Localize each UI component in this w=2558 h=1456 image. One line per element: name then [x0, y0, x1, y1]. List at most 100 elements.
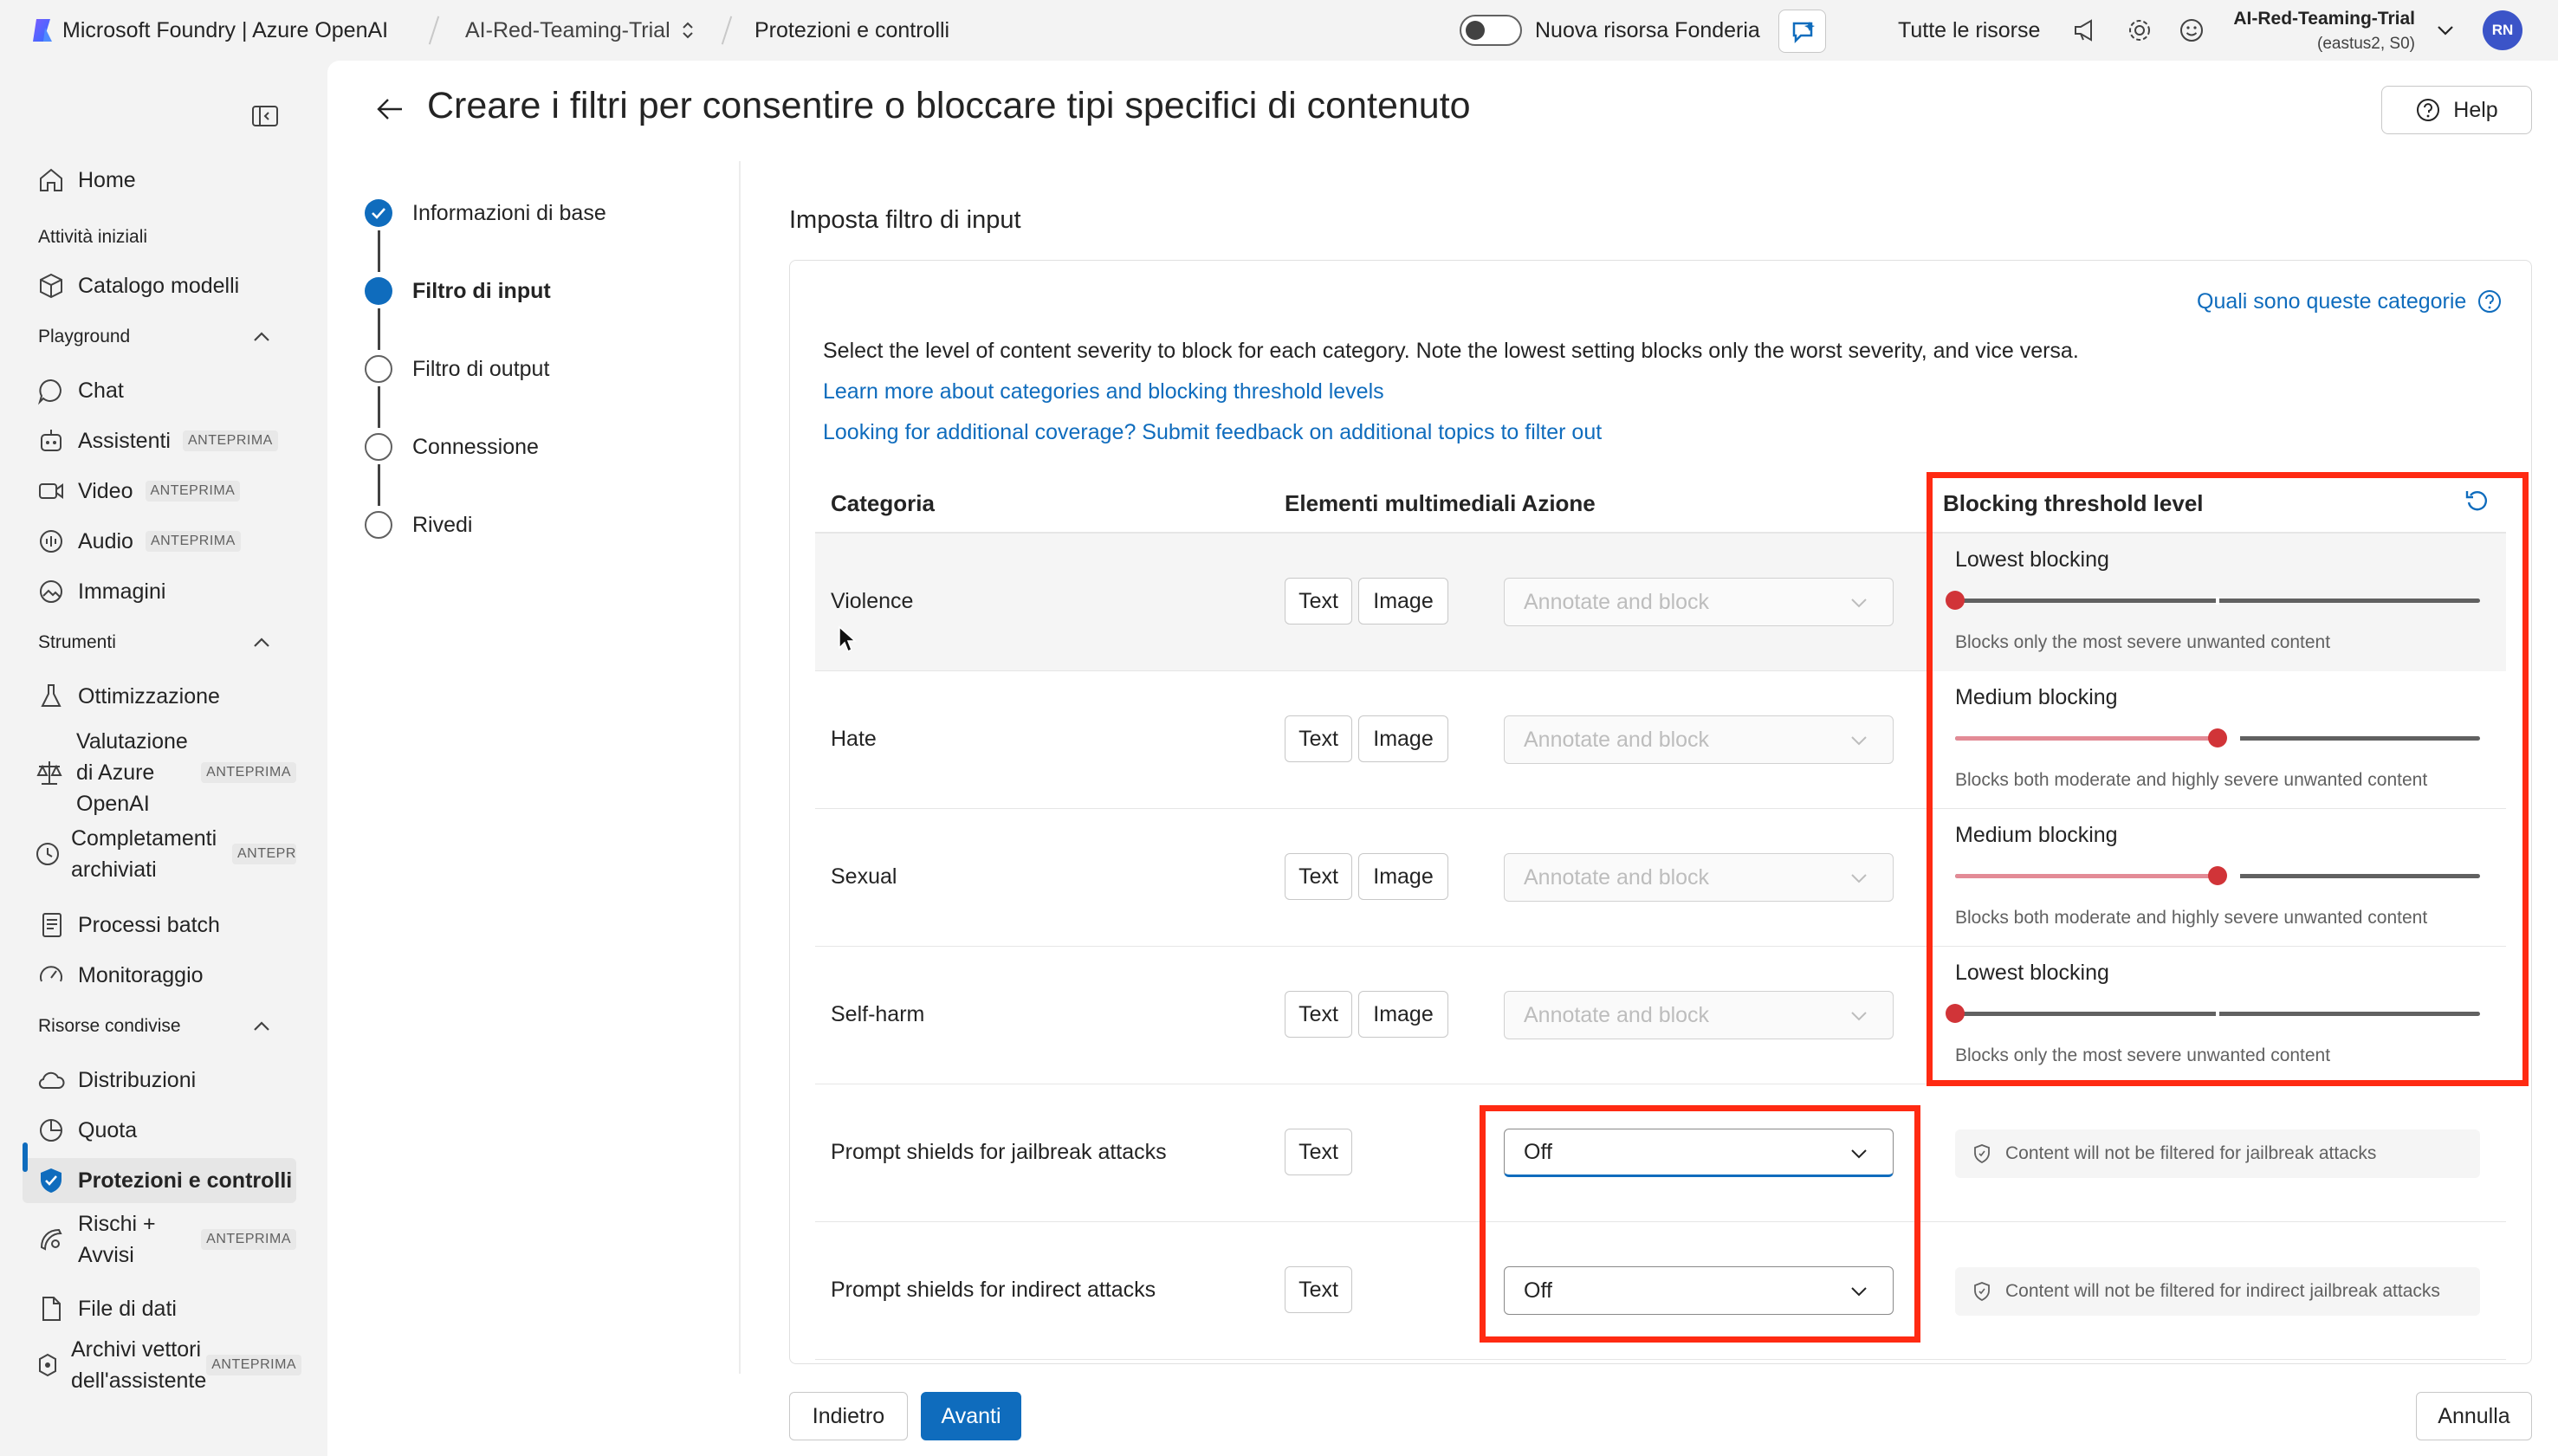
- sidebar-item-label: Ottimizzazione: [78, 683, 220, 709]
- active-indicator: [23, 1142, 28, 1172]
- gauge-icon: [40, 966, 62, 982]
- cancel-button[interactable]: Annulla: [2416, 1392, 2532, 1440]
- image-icon: [40, 580, 62, 603]
- sidebar-item-batch-jobs[interactable]: Processi batch: [23, 903, 296, 948]
- info-text: Content will not be filtered for jailbre…: [2005, 1143, 2377, 1163]
- chevron-down-icon: [1851, 874, 1867, 883]
- media-image-chip: Image: [1358, 715, 1448, 762]
- chevron-down-icon: [1851, 736, 1867, 746]
- step-output-filter[interactable]: Filtro di output: [364, 352, 549, 386]
- category-self-harm: Self-harm: [831, 1002, 925, 1026]
- breadcrumb-project[interactable]: AI-Red-Teaming-Trial: [465, 0, 696, 61]
- new-foundry-resource-toggle[interactable]: [1460, 15, 1522, 46]
- feedback-link[interactable]: Looking for additional coverage? Submit …: [823, 420, 1602, 445]
- chevron-updown-icon: [682, 22, 693, 39]
- feedback-smiley-icon[interactable]: [2179, 17, 2205, 43]
- page-title: Creare i filtri per consentire o bloccar…: [427, 85, 1471, 126]
- sidebar-item-video[interactable]: Video ANTEPRIMA: [23, 469, 296, 514]
- sidebar-item-label: Home: [78, 167, 136, 192]
- sidebar-item-label: Protezioni e controlli: [78, 1168, 293, 1193]
- sidebar-item-label: Quota: [78, 1117, 138, 1142]
- chevron-up-icon[interactable]: [249, 325, 274, 349]
- sidebar-item-deployments[interactable]: Distribuzioni: [23, 1058, 296, 1103]
- next-button[interactable]: Avanti: [921, 1392, 1021, 1440]
- action-dropdown[interactable]: Annotate and block: [1504, 853, 1894, 902]
- dropdown-value: Annotate and block: [1524, 727, 1710, 752]
- settings-gear-icon[interactable]: [2127, 17, 2153, 43]
- sidebar-item-quota[interactable]: Quota: [23, 1108, 296, 1153]
- risk-alert-icon: [40, 1228, 62, 1251]
- sidebar-item-label: Audio: [78, 528, 133, 553]
- highlight-box-shields: [1480, 1105, 1920, 1343]
- sidebar-item-risks-alerts[interactable]: Rischi + Avvisi ANTEPRIMA: [23, 1207, 296, 1272]
- step-input-filter[interactable]: Filtro di input: [364, 274, 551, 308]
- chevron-up-icon[interactable]: [249, 1014, 274, 1039]
- copilot-button[interactable]: [1778, 10, 1826, 53]
- section-title: Imposta filtro di input: [789, 206, 1021, 234]
- sidebar-item-model-catalog[interactable]: Catalogo modelli: [23, 263, 296, 308]
- help-circle-icon: [2417, 99, 2440, 121]
- sidebar-item-stored-completions[interactable]: Completamenti archiviati ANTEPRIM: [23, 821, 296, 887]
- shield-check-icon: [41, 1168, 62, 1193]
- section-getting-started: Attività iniziali: [38, 227, 148, 247]
- media-text-chip: Text: [1285, 578, 1352, 624]
- media-image-chip: Image: [1358, 853, 1448, 900]
- back-arrow-icon[interactable]: [374, 95, 405, 123]
- shield-icon: [1974, 1144, 1990, 1164]
- step-basics[interactable]: Informazioni di base: [364, 196, 606, 230]
- sidebar-item-label: Immagini: [78, 579, 166, 604]
- category-indirect-shield: Prompt shields for indirect attacks: [831, 1278, 1156, 1302]
- step-connection[interactable]: Connessione: [364, 430, 539, 464]
- step-current-icon: [365, 277, 392, 305]
- sidebar-item-guardrails[interactable]: Protezioni e controlli: [23, 1158, 296, 1203]
- avatar[interactable]: RN: [2483, 10, 2522, 50]
- sidebar-item-optimization[interactable]: Ottimizzazione: [23, 674, 296, 719]
- megaphone-icon[interactable]: [2072, 18, 2098, 42]
- action-dropdown[interactable]: Annotate and block: [1504, 715, 1894, 764]
- help-button[interactable]: Help: [2381, 86, 2532, 134]
- sidebar-item-vector-stores[interactable]: Archivi vettori dell'assistente ANTEPRIM…: [23, 1332, 302, 1398]
- sidebar-item-assistants[interactable]: Assistenti ANTEPRIMA: [23, 418, 296, 463]
- vertical-divider: [739, 161, 741, 1374]
- sidebar-item-label: Assistenti: [78, 428, 171, 453]
- sidebar-item-label: Valutazione di Azure OpenAI: [76, 729, 188, 816]
- sidebar-item-images[interactable]: Immagini: [23, 569, 296, 614]
- action-dropdown[interactable]: Annotate and block: [1504, 991, 1894, 1039]
- chevron-up-icon[interactable]: [249, 631, 274, 655]
- all-resources-link[interactable]: Tutte le risorse: [1898, 0, 2040, 61]
- sidebar-item-chat[interactable]: Chat: [23, 368, 296, 413]
- brand-title[interactable]: Microsoft Foundry | Azure OpenAI: [62, 0, 388, 61]
- stepper-connector: [378, 308, 380, 350]
- chat-icon: [37, 379, 62, 405]
- sidebar-item-monitoring[interactable]: Monitoraggio: [23, 953, 296, 998]
- jailbreak-info-message: Content will not be filtered for jailbre…: [1955, 1129, 2480, 1178]
- step-complete-icon: [365, 199, 392, 227]
- quota-icon: [40, 1119, 62, 1142]
- action-dropdown[interactable]: Annotate and block: [1504, 578, 1894, 626]
- category-hate: Hate: [831, 727, 877, 751]
- category-sexual: Sexual: [831, 864, 897, 889]
- mouse-cursor-icon: [839, 625, 857, 653]
- collapse-sidebar-icon[interactable]: [251, 104, 279, 128]
- sidebar-item-data-files[interactable]: File di dati: [23, 1286, 296, 1331]
- help-label: Help: [2453, 97, 2498, 122]
- category-jailbreak-shield: Prompt shields for jailbreak attacks: [831, 1140, 1167, 1164]
- sidebar-item-label: File di dati: [78, 1296, 177, 1321]
- step-label: Rivedi: [412, 512, 473, 537]
- media-text-chip: Text: [1285, 991, 1352, 1038]
- history-icon: [36, 843, 59, 865]
- learn-more-link[interactable]: Learn more about categories and blocking…: [823, 379, 1384, 404]
- sidebar-item-label: Rischi + Avvisi: [78, 1212, 156, 1267]
- breadcrumb-page[interactable]: Protezioni e controlli: [754, 0, 949, 61]
- sidebar-item-evaluation[interactable]: Valutazione di Azure OpenAI ANTEPRIMA: [23, 724, 296, 821]
- sidebar-item-home[interactable]: Home: [23, 158, 296, 203]
- what-are-categories-link[interactable]: Quali sono queste categorie: [2197, 288, 2503, 314]
- cube-icon: [40, 273, 62, 299]
- step-label: Filtro di output: [412, 356, 550, 381]
- back-button[interactable]: Indietro: [789, 1392, 908, 1440]
- sidebar-item-audio[interactable]: Audio ANTEPRIMA: [23, 519, 296, 564]
- account-name[interactable]: AI-Red-Teaming-Trial: [2233, 9, 2415, 29]
- chevron-down-icon[interactable]: [2434, 19, 2457, 42]
- step-review[interactable]: Rivedi: [364, 508, 472, 542]
- project-name: AI-Red-Teaming-Trial: [465, 17, 670, 42]
